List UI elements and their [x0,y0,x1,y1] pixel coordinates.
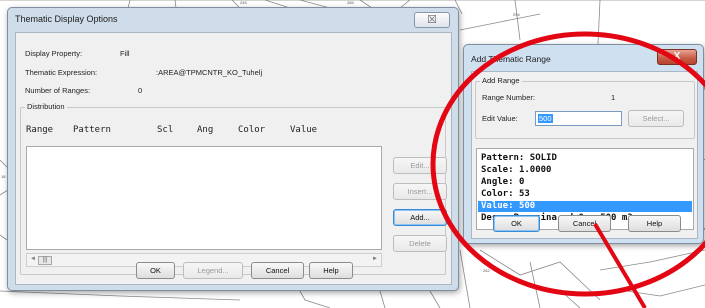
map-label: 18 [1,174,6,179]
legend-button[interactable]: Legend... [183,262,243,279]
edit-value-label: Edit Value: [482,114,518,123]
range-number-value: 1 [611,93,616,102]
range-number-label: Range Number: [482,93,535,102]
column-header-value: Value [290,125,318,135]
item-value: 500 [518,201,536,211]
thematic-expression-label: Thematic Expression: [25,68,98,77]
select-button[interactable]: Select... [628,110,684,127]
item-value: 53 [518,189,530,199]
display-property-value: Fill [120,49,130,58]
dialog-client-area: Add Range Range Number: 1 Edit Value: 50… [471,71,698,239]
scroll-right-icon[interactable]: ► [372,256,378,262]
close-button[interactable]: X [657,49,697,65]
column-header-pattern: Pattern [73,125,111,135]
help-button[interactable]: Help [309,262,353,279]
map-label: 285 [347,0,354,5]
edit-value-input[interactable]: 500 [535,111,622,126]
thematic-display-options-dialog: Thematic Display Options ☒ Display Prope… [7,7,459,291]
item-value: SOLID [529,153,557,163]
cancel-button[interactable]: Cancel [251,262,304,279]
map-label: 245 [240,0,247,5]
dialog-client-area: Display Property: Fill Thematic Expressi… [15,32,452,285]
list-item[interactable]: Color: 53 [478,189,692,200]
dialog-title: Add Thematic Range [471,54,551,64]
ok-button[interactable]: OK [136,262,175,279]
scroll-thumb[interactable]: ||| [38,256,52,265]
column-header-scl: Scl [157,125,174,135]
list-item-selected[interactable]: Value: 500 [478,201,692,212]
list-item[interactable]: Scale: 1.0000 [478,165,692,176]
ok-button[interactable]: OK [493,215,540,232]
scroll-left-icon[interactable]: ◄ [30,256,36,262]
column-header-ang: Ang [197,125,214,135]
item-key: Color: [481,189,514,199]
delete-button[interactable]: Delete [393,235,447,252]
list-item[interactable]: Angle: 0 [478,177,692,188]
help-button[interactable]: Help [628,215,681,232]
item-key: Scale: [481,165,514,175]
number-of-ranges-label: Number of Ranges: [25,86,91,95]
number-of-ranges-value: 0 [138,86,143,95]
item-value: 1.0000 [518,165,552,175]
add-button[interactable]: Add... [393,209,447,226]
close-button[interactable]: ☒ [414,12,450,28]
dialog-title: Thematic Display Options [15,14,118,24]
display-property-label: Display Property: [25,49,83,58]
ranges-list[interactable] [26,146,382,250]
distribution-label: Distribution [25,102,67,111]
item-value: 0 [518,177,525,187]
item-key: Pattern: [481,153,525,163]
list-item[interactable]: Pattern: SOLID [478,153,692,164]
cancel-button[interactable]: Cancel [558,215,611,232]
column-header-range: Range [26,125,54,135]
add-range-label: Add Range [480,76,522,85]
insert-button[interactable]: Insert... [393,183,447,200]
column-header-color: Color [238,125,266,135]
edit-button[interactable]: Edit... [393,157,447,174]
map-label: 262 [483,268,490,273]
map-label: 294 [513,12,520,17]
item-key: Value: [481,201,514,211]
edit-value-text: 500 [538,114,553,123]
thematic-expression-value: :AREA@TPMCNTR_KO_Tuhelj [156,68,263,77]
item-key: Angle: [481,177,514,187]
add-thematic-range-dialog: Add Thematic Range X Add Range Range Num… [463,44,704,244]
